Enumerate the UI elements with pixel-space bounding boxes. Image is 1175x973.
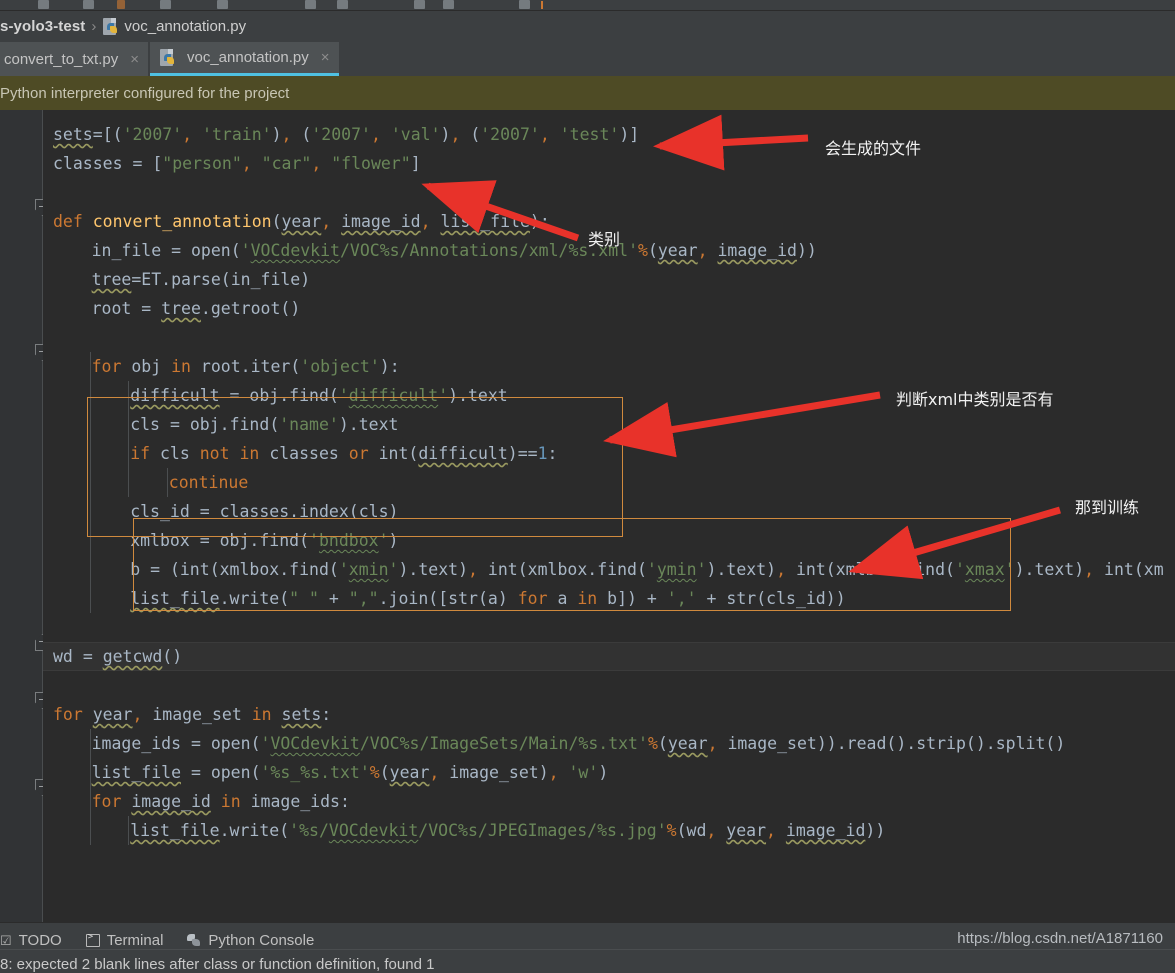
watermark: https://blog.csdn.net/A1871160: [957, 930, 1163, 947]
code-line[interactable]: for obj in root.iter('object'):: [92, 352, 400, 381]
toolbar-icon-4[interactable]: [160, 0, 171, 9]
code-line[interactable]: in_file = open('VOCdevkit/VOC%s/Annotati…: [92, 236, 817, 265]
editor-gutter[interactable]: [0, 110, 42, 922]
code-line[interactable]: difficult = obj.find('difficult').text: [130, 381, 508, 410]
close-icon[interactable]: ×: [321, 50, 330, 65]
toolbar-icon-7[interactable]: [337, 0, 348, 9]
code-line[interactable]: image_ids = open('VOCdevkit/VOC%s/ImageS…: [92, 729, 1066, 758]
code-line[interactable]: classes = ["person", "car", "flower"]: [53, 149, 421, 178]
status-message: 8: expected 2 blank lines after class or…: [0, 958, 435, 973]
todo-icon: ☑: [0, 932, 12, 948]
annotation-check-class-xml: 判断xml中类别是否有: [896, 390, 1054, 409]
code-line[interactable]: for image_id in image_ids:: [92, 787, 350, 816]
tool-window-terminal[interactable]: Terminal: [74, 923, 176, 959]
code-line[interactable]: xmlbox = obj.find('bndbox'): [130, 526, 398, 555]
code-line[interactable]: b = (int(xmlbox.find('xmin').text), int(…: [130, 555, 1163, 584]
annotation-categories: 类别: [588, 230, 621, 249]
code-line[interactable]: tree=ET.parse(in_file): [92, 265, 311, 294]
tool-window-label: Python Console: [208, 932, 315, 949]
code-line[interactable]: for year, image_set in sets:: [53, 700, 331, 729]
caret-line-highlight: [43, 642, 1175, 671]
toolbar-icon-10[interactable]: [519, 0, 530, 9]
terminal-icon: [85, 932, 100, 947]
code-line[interactable]: def convert_annotation(year, image_id, l…: [53, 207, 550, 236]
divider: [0, 949, 1175, 950]
status-bar: 8: expected 2 blank lines after class or…: [0, 958, 1175, 973]
tool-window-todo[interactable]: ☑ TODO: [0, 923, 74, 959]
close-icon[interactable]: ×: [130, 52, 139, 67]
annotation-then-training: 那到训练: [1075, 498, 1140, 517]
breadcrumb[interactable]: s-yolo3-test › voc_annotation.py: [0, 11, 1175, 42]
code-line[interactable]: list_file.write('%s/VOCdevkit/VOC%s/JPEG…: [130, 816, 885, 845]
tab-label: convert_to_txt.py: [4, 50, 119, 68]
breadcrumb-project[interactable]: s-yolo3-test: [0, 18, 85, 35]
tab-voc-annotation-py[interactable]: voc_annotation.py ×: [150, 42, 339, 76]
python-file-icon: [160, 49, 175, 66]
notification-message: Python interpreter configured for the pr…: [0, 84, 290, 102]
indent-guide: [90, 352, 91, 613]
code-line[interactable]: if cls not in classes or int(difficult)=…: [130, 439, 557, 468]
toolbar-caret-icon: [541, 1, 543, 9]
editor-tabbar: convert_to_txt.py × voc_annotation.py ×: [0, 42, 1175, 76]
code-line[interactable]: cls = obj.find('name').text: [130, 410, 398, 439]
code-line[interactable]: continue: [169, 468, 248, 497]
toolbar-icon-5[interactable]: [217, 0, 228, 9]
breadcrumb-separator-icon: ›: [91, 18, 97, 35]
toolbar-icon-2[interactable]: [83, 0, 94, 9]
code-editor[interactable]: sets=[('2007', 'train'), ('2007', 'val')…: [0, 110, 1175, 922]
toolbar-icon-1[interactable]: [38, 0, 49, 9]
code-line[interactable]: list_file = open('%s_%s.txt'%(year, imag…: [92, 758, 609, 787]
tab-convert-to-txt-py[interactable]: convert_to_txt.py ×: [0, 42, 148, 76]
breadcrumb-file[interactable]: voc_annotation.py: [124, 18, 246, 35]
code-line[interactable]: sets=[('2007', 'train'), ('2007', 'val')…: [53, 120, 639, 149]
indent-guide: [128, 816, 129, 845]
interpreter-notification-bar[interactable]: Python interpreter configured for the pr…: [0, 76, 1175, 110]
python-console-icon: [187, 933, 201, 948]
pycharm-window: s-yolo3-test › voc_annotation.py convert…: [0, 0, 1175, 973]
tab-label: voc_annotation.py: [187, 49, 309, 66]
tool-window-label: TODO: [18, 932, 62, 949]
toolbar-icon-3[interactable]: [117, 0, 125, 9]
tool-window-python-console[interactable]: Python Console: [175, 923, 326, 959]
code-line[interactable]: cls_id = classes.index(cls): [130, 497, 398, 526]
python-file-icon: [103, 18, 118, 35]
indent-guide: [128, 381, 129, 497]
code-line[interactable]: wd = getcwd(): [53, 642, 182, 671]
annotation-generated-files: 会生成的文件: [825, 139, 922, 158]
toolbar-icon-6[interactable]: [305, 0, 316, 9]
code-line[interactable]: list_file.write(" " + ",".join([str(a) f…: [130, 584, 845, 613]
code-line[interactable]: root = tree.getroot(): [92, 294, 301, 323]
main-toolbar[interactable]: [0, 0, 1175, 11]
tool-window-label: Terminal: [106, 932, 164, 949]
toolbar-icon-8[interactable]: [414, 0, 425, 9]
toolbar-icon-9[interactable]: [443, 0, 454, 9]
